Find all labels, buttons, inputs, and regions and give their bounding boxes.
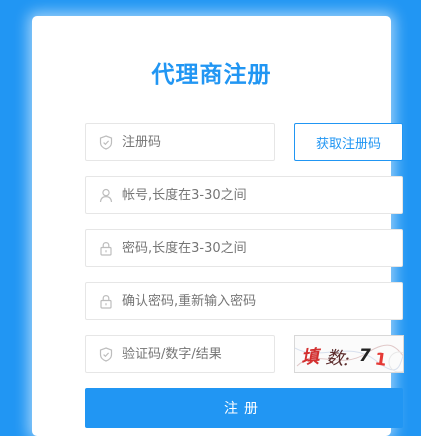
shield-icon <box>99 134 113 150</box>
captcha-image[interactable]: 填 数: 7 1 <box>294 335 404 373</box>
get-reg-code-button[interactable]: 获取注册码 <box>294 123 403 161</box>
captcha-char: 填 <box>300 346 322 368</box>
user-icon <box>99 188 113 202</box>
confirm-password-input[interactable] <box>122 283 402 319</box>
account-input[interactable] <box>122 177 402 213</box>
shield-icon <box>99 346 113 362</box>
password-input[interactable] <box>122 230 402 266</box>
register-card: 代理商注册 获取注册码 <box>32 16 404 436</box>
account-field[interactable] <box>85 176 403 214</box>
captcha-field[interactable] <box>85 335 275 373</box>
register-submit-button[interactable]: 注册 <box>85 388 403 428</box>
reg-code-input[interactable] <box>122 124 274 160</box>
lock-icon <box>99 294 113 309</box>
confirm-password-field[interactable] <box>85 282 403 320</box>
captcha-input[interactable] <box>122 336 274 372</box>
lock-icon <box>99 241 113 256</box>
captcha-char: 7 <box>359 346 371 366</box>
captcha-char: 数: <box>325 347 351 370</box>
password-field[interactable] <box>85 229 403 267</box>
captcha-graphic: 填 数: 7 1 <box>295 344 403 372</box>
page-title: 代理商注册 <box>151 62 272 88</box>
reg-code-field[interactable] <box>85 123 275 161</box>
